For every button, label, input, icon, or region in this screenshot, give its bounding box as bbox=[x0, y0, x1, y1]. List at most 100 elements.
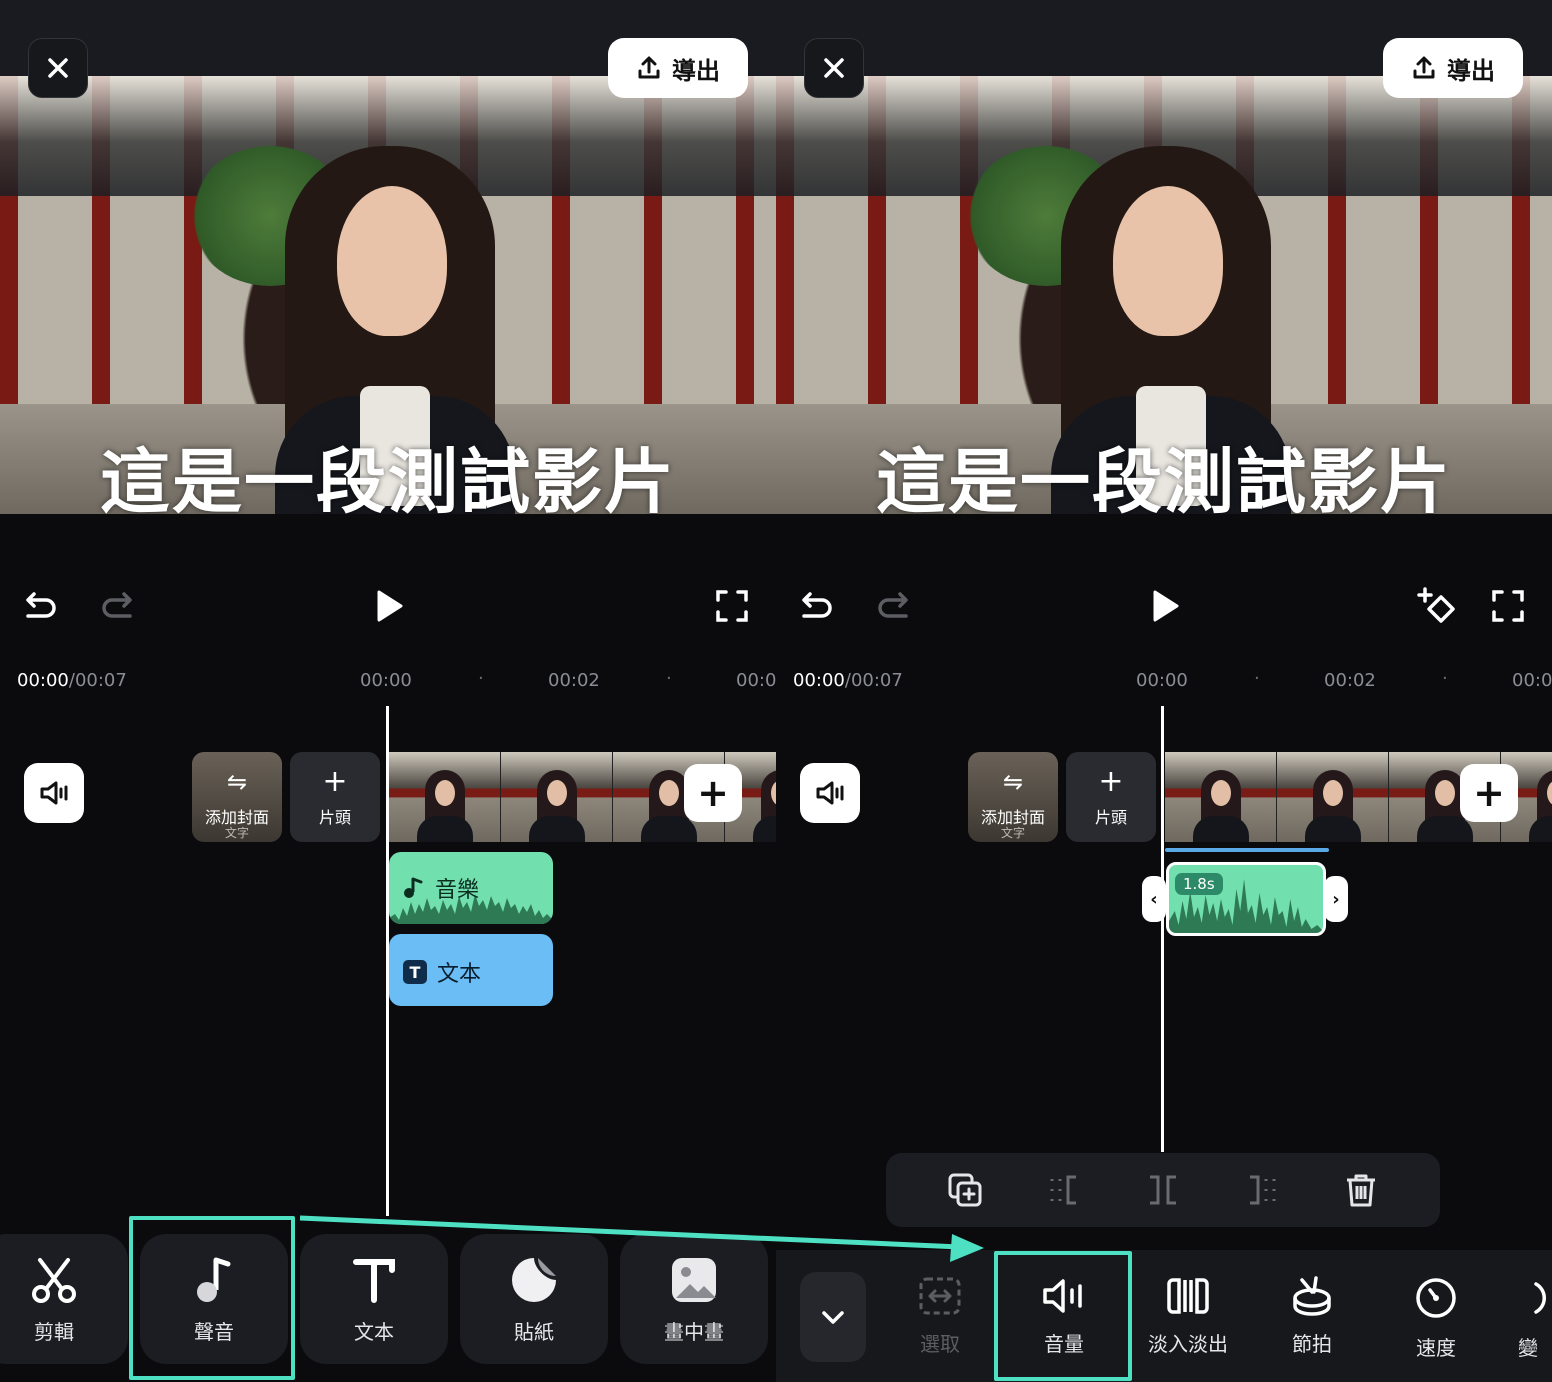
split-icon bbox=[1150, 1175, 1176, 1205]
play-button[interactable] bbox=[366, 584, 410, 628]
fullscreen-button[interactable] bbox=[1486, 584, 1530, 628]
tool-fade[interactable]: 淡入淡出 bbox=[1126, 1276, 1250, 1366]
collapse-button[interactable] bbox=[800, 1272, 866, 1362]
video-caption: 這是一段測試影片 bbox=[100, 441, 676, 514]
speed-icon bbox=[1416, 1278, 1456, 1318]
time-readout: 00:00/00:07 bbox=[793, 670, 903, 691]
plus-icon: + bbox=[322, 764, 348, 799]
tool-pip[interactable]: 畫中畫 bbox=[620, 1234, 768, 1364]
undo-button[interactable] bbox=[794, 584, 838, 628]
undo-icon bbox=[802, 592, 832, 618]
export-button[interactable]: 導出 bbox=[608, 38, 748, 98]
select-icon bbox=[919, 1277, 961, 1315]
tool-speed[interactable]: 速度 bbox=[1374, 1276, 1498, 1366]
timeline-ruler[interactable]: 00:00/00:07 00:00 · 00:02 · 00:0 bbox=[0, 650, 776, 710]
add-clip-button[interactable]: + bbox=[684, 764, 742, 822]
play-icon bbox=[1153, 590, 1179, 622]
tool-sticker[interactable]: 貼紙 bbox=[460, 1234, 608, 1364]
add-clip-button[interactable]: + bbox=[1460, 764, 1518, 822]
scissors-icon bbox=[32, 1257, 76, 1303]
swap-icon: ⇋ bbox=[226, 768, 248, 796]
text-track-clip[interactable]: T 文本 bbox=[389, 934, 553, 1006]
redo-icon bbox=[878, 592, 908, 618]
tick-dot: · bbox=[1442, 668, 1448, 689]
selected-audio-clip[interactable]: 1.8s bbox=[1166, 862, 1326, 936]
original-sound-button[interactable] bbox=[24, 763, 84, 823]
voice-change-icon bbox=[1534, 1282, 1546, 1314]
swap-icon: ⇋ bbox=[1002, 768, 1024, 796]
tick-label: 00:00 bbox=[1136, 670, 1188, 691]
upload-icon bbox=[638, 56, 660, 79]
original-sound-button[interactable] bbox=[800, 763, 860, 823]
playhead[interactable] bbox=[1161, 706, 1164, 1152]
selected-range-line bbox=[1165, 848, 1329, 852]
playhead[interactable] bbox=[386, 706, 389, 1216]
close-button[interactable] bbox=[804, 38, 864, 98]
add-intro-button[interactable]: + 片頭 bbox=[1066, 752, 1156, 842]
audio-edit-toolbar: 選取 音量 淡入淡出 節拍 速度 變 bbox=[776, 1250, 1552, 1382]
time-readout: 00:00/00:07 bbox=[17, 670, 127, 691]
keyframe-icon bbox=[1417, 587, 1455, 623]
main-toolbar: 剪輯 聲音 文本 貼紙 畫中畫 bbox=[0, 1230, 776, 1382]
beat-icon bbox=[1293, 1276, 1331, 1316]
plus-icon: + bbox=[697, 771, 729, 815]
tool-text[interactable]: 文本 bbox=[300, 1234, 448, 1364]
export-button[interactable]: 導出 bbox=[1383, 38, 1523, 98]
add-intro-button[interactable]: + 片頭 bbox=[290, 752, 380, 842]
redo-button[interactable] bbox=[872, 584, 916, 628]
video-preview[interactable]: 這是一段測試影片 bbox=[776, 76, 1552, 514]
tool-beat[interactable]: 節拍 bbox=[1250, 1276, 1374, 1366]
text-badge-icon: T bbox=[403, 960, 427, 984]
text-icon bbox=[353, 1258, 395, 1303]
video-preview[interactable]: 這是一段測試影片 bbox=[0, 76, 776, 514]
close-icon bbox=[48, 58, 68, 78]
clip-action-bar bbox=[886, 1153, 1440, 1227]
fullscreen-button[interactable] bbox=[710, 584, 754, 628]
close-button[interactable] bbox=[28, 38, 88, 98]
plus-icon: + bbox=[1098, 764, 1124, 799]
tick-dot: · bbox=[1254, 668, 1260, 689]
trim-start-icon bbox=[1050, 1175, 1076, 1205]
add-cover-sublabel: 文字 bbox=[224, 826, 249, 840]
add-intro-label: 片頭 bbox=[1094, 808, 1127, 827]
speaker-icon bbox=[816, 781, 844, 805]
tick-label: 00:02 bbox=[548, 670, 600, 691]
redo-icon bbox=[102, 592, 132, 618]
playback-controls bbox=[776, 514, 1552, 650]
tool-select[interactable]: 選取 bbox=[878, 1276, 1002, 1366]
tool-edit[interactable]: 剪輯 bbox=[0, 1234, 128, 1364]
add-cover-button[interactable]: ⇋ 添加封面 文字 bbox=[192, 752, 282, 842]
trim-start-button[interactable] bbox=[1044, 1169, 1086, 1211]
text-track-label: T 文本 bbox=[403, 956, 481, 988]
fade-icon bbox=[1167, 1278, 1209, 1314]
trim-handle-right[interactable]: › bbox=[1324, 876, 1348, 922]
undo-button[interactable] bbox=[18, 584, 62, 628]
video-frame bbox=[1277, 752, 1389, 842]
tool-voice-change[interactable]: 變 bbox=[1498, 1276, 1552, 1366]
video-frame bbox=[501, 752, 613, 842]
delete-button[interactable] bbox=[1340, 1169, 1382, 1211]
play-icon bbox=[377, 590, 403, 622]
keyframe-button[interactable] bbox=[1416, 584, 1460, 628]
redo-button[interactable] bbox=[96, 584, 140, 628]
split-button[interactable] bbox=[1142, 1169, 1184, 1211]
tick-label: 00:0 bbox=[736, 670, 776, 691]
music-track-clip[interactable]: 音樂 bbox=[389, 852, 553, 924]
add-cover-button[interactable]: ⇋ 添加封面 文字 bbox=[968, 752, 1058, 842]
picture-in-picture-icon bbox=[672, 1257, 716, 1302]
trim-end-button[interactable] bbox=[1240, 1169, 1282, 1211]
undo-icon bbox=[26, 592, 56, 618]
speaker-icon bbox=[40, 781, 68, 805]
trash-icon bbox=[1347, 1174, 1375, 1207]
tick-label: 00:02 bbox=[1324, 670, 1376, 691]
upload-icon bbox=[1413, 56, 1435, 79]
highlight-box-audio bbox=[129, 1216, 295, 1380]
duplicate-button[interactable] bbox=[944, 1169, 986, 1211]
fullscreen-icon bbox=[1492, 590, 1524, 622]
play-button[interactable] bbox=[1142, 584, 1186, 628]
tick-dot: · bbox=[478, 668, 484, 689]
duplicate-icon bbox=[948, 1173, 982, 1207]
music-track-label: 音樂 bbox=[403, 872, 479, 904]
timeline-ruler[interactable]: 00:00/00:07 00:00 · 00:02 · 00:0 bbox=[776, 650, 1552, 710]
tick-label: 00:0 bbox=[1512, 670, 1552, 691]
